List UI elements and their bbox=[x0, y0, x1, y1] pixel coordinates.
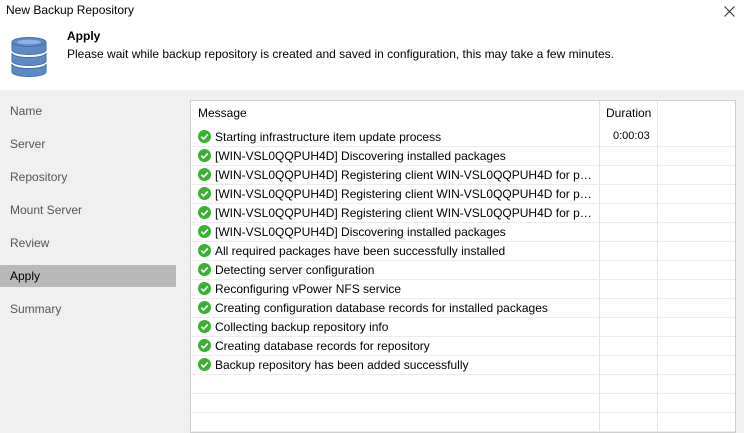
table-row[interactable]: Collecting backup repository info bbox=[191, 318, 735, 337]
step-mount-server[interactable]: Mount Server bbox=[0, 199, 176, 221]
row-message: Starting infrastructure item update proc… bbox=[215, 130, 442, 144]
table-row[interactable]: Creating configuration database records … bbox=[191, 299, 735, 318]
row-message: [WIN-VSL0QQPUH4D] Discovering installed … bbox=[215, 149, 506, 163]
table-row[interactable]: Starting infrastructure item update proc… bbox=[191, 128, 735, 147]
check-circle-icon bbox=[198, 263, 211, 276]
title-bar: New Backup Repository bbox=[0, 0, 744, 24]
wizard-header: Apply Please wait while backup repositor… bbox=[0, 24, 744, 90]
check-circle-icon bbox=[198, 206, 211, 219]
table-row[interactable]: [WIN-VSL0QQPUH4D] Discovering installed … bbox=[191, 223, 735, 242]
page-description: Please wait while backup repository is c… bbox=[67, 47, 614, 61]
check-circle-icon bbox=[198, 149, 211, 162]
row-message: [WIN-VSL0QQPUH4D] Registering client WIN… bbox=[215, 168, 595, 182]
table-row[interactable]: Reconfiguring vPower NFS service bbox=[191, 280, 735, 299]
check-circle-icon bbox=[198, 339, 211, 352]
row-message: Detecting server configuration bbox=[215, 263, 375, 277]
column-header-duration[interactable]: Duration bbox=[606, 101, 651, 125]
check-circle-icon bbox=[198, 225, 211, 238]
row-message: [WIN-VSL0QQPUH4D] Registering client WIN… bbox=[215, 206, 595, 220]
row-message: Reconfiguring vPower NFS service bbox=[215, 282, 402, 296]
check-circle-icon bbox=[198, 130, 211, 143]
row-message: [WIN-VSL0QQPUH4D] Registering client WIN… bbox=[215, 187, 595, 201]
table-row[interactable]: [WIN-VSL0QQPUH4D] Registering client WIN… bbox=[191, 204, 735, 223]
check-circle-icon bbox=[198, 187, 211, 200]
column-header-message[interactable]: Message bbox=[198, 101, 247, 125]
progress-log-table[interactable]: Message Duration Starting infrastructure… bbox=[190, 100, 736, 433]
table-row[interactable]: Detecting server configuration bbox=[191, 261, 735, 280]
wizard-steps-sidebar: Name Server Repository Mount Server Revi… bbox=[0, 90, 178, 433]
check-circle-icon bbox=[198, 282, 211, 295]
row-message: [WIN-VSL0QQPUH4D] Discovering installed … bbox=[215, 225, 506, 239]
table-row[interactable]: [WIN-VSL0QQPUH4D] Registering client WIN… bbox=[191, 166, 735, 185]
step-summary[interactable]: Summary bbox=[0, 298, 176, 320]
close-button[interactable] bbox=[714, 0, 744, 22]
step-server[interactable]: Server bbox=[0, 133, 176, 155]
row-duration: 0:00:03 bbox=[613, 130, 650, 142]
step-review[interactable]: Review bbox=[0, 232, 176, 254]
row-separator bbox=[191, 393, 735, 394]
close-icon bbox=[723, 5, 735, 17]
table-row[interactable]: [WIN-VSL0QQPUH4D] Discovering installed … bbox=[191, 147, 735, 166]
row-message: Backup repository has been added success… bbox=[215, 358, 469, 372]
table-row[interactable]: [WIN-VSL0QQPUH4D] Registering client WIN… bbox=[191, 185, 735, 204]
check-circle-icon bbox=[198, 301, 211, 314]
row-separator bbox=[191, 412, 735, 413]
table-row[interactable]: Backup repository has been added success… bbox=[191, 356, 735, 375]
check-circle-icon bbox=[198, 168, 211, 181]
check-circle-icon bbox=[198, 358, 211, 371]
row-message: All required packages have been successf… bbox=[215, 244, 506, 258]
step-apply[interactable]: Apply bbox=[0, 265, 176, 287]
check-circle-icon bbox=[198, 244, 211, 257]
database-icon bbox=[11, 37, 47, 77]
table-row[interactable]: All required packages have been successf… bbox=[191, 242, 735, 261]
step-name[interactable]: Name bbox=[0, 100, 176, 122]
main-content: Message Duration Starting infrastructure… bbox=[178, 90, 744, 433]
row-message: Creating configuration database records … bbox=[215, 301, 548, 315]
row-message: Creating database records for repository bbox=[215, 339, 430, 353]
step-repository[interactable]: Repository bbox=[0, 166, 176, 188]
table-row[interactable]: Creating database records for repository bbox=[191, 337, 735, 356]
check-circle-icon bbox=[198, 320, 211, 333]
page-title: Apply bbox=[67, 29, 101, 43]
row-message: Collecting backup repository info bbox=[215, 320, 389, 334]
window-title: New Backup Repository bbox=[6, 3, 135, 17]
row-separator bbox=[191, 431, 735, 432]
